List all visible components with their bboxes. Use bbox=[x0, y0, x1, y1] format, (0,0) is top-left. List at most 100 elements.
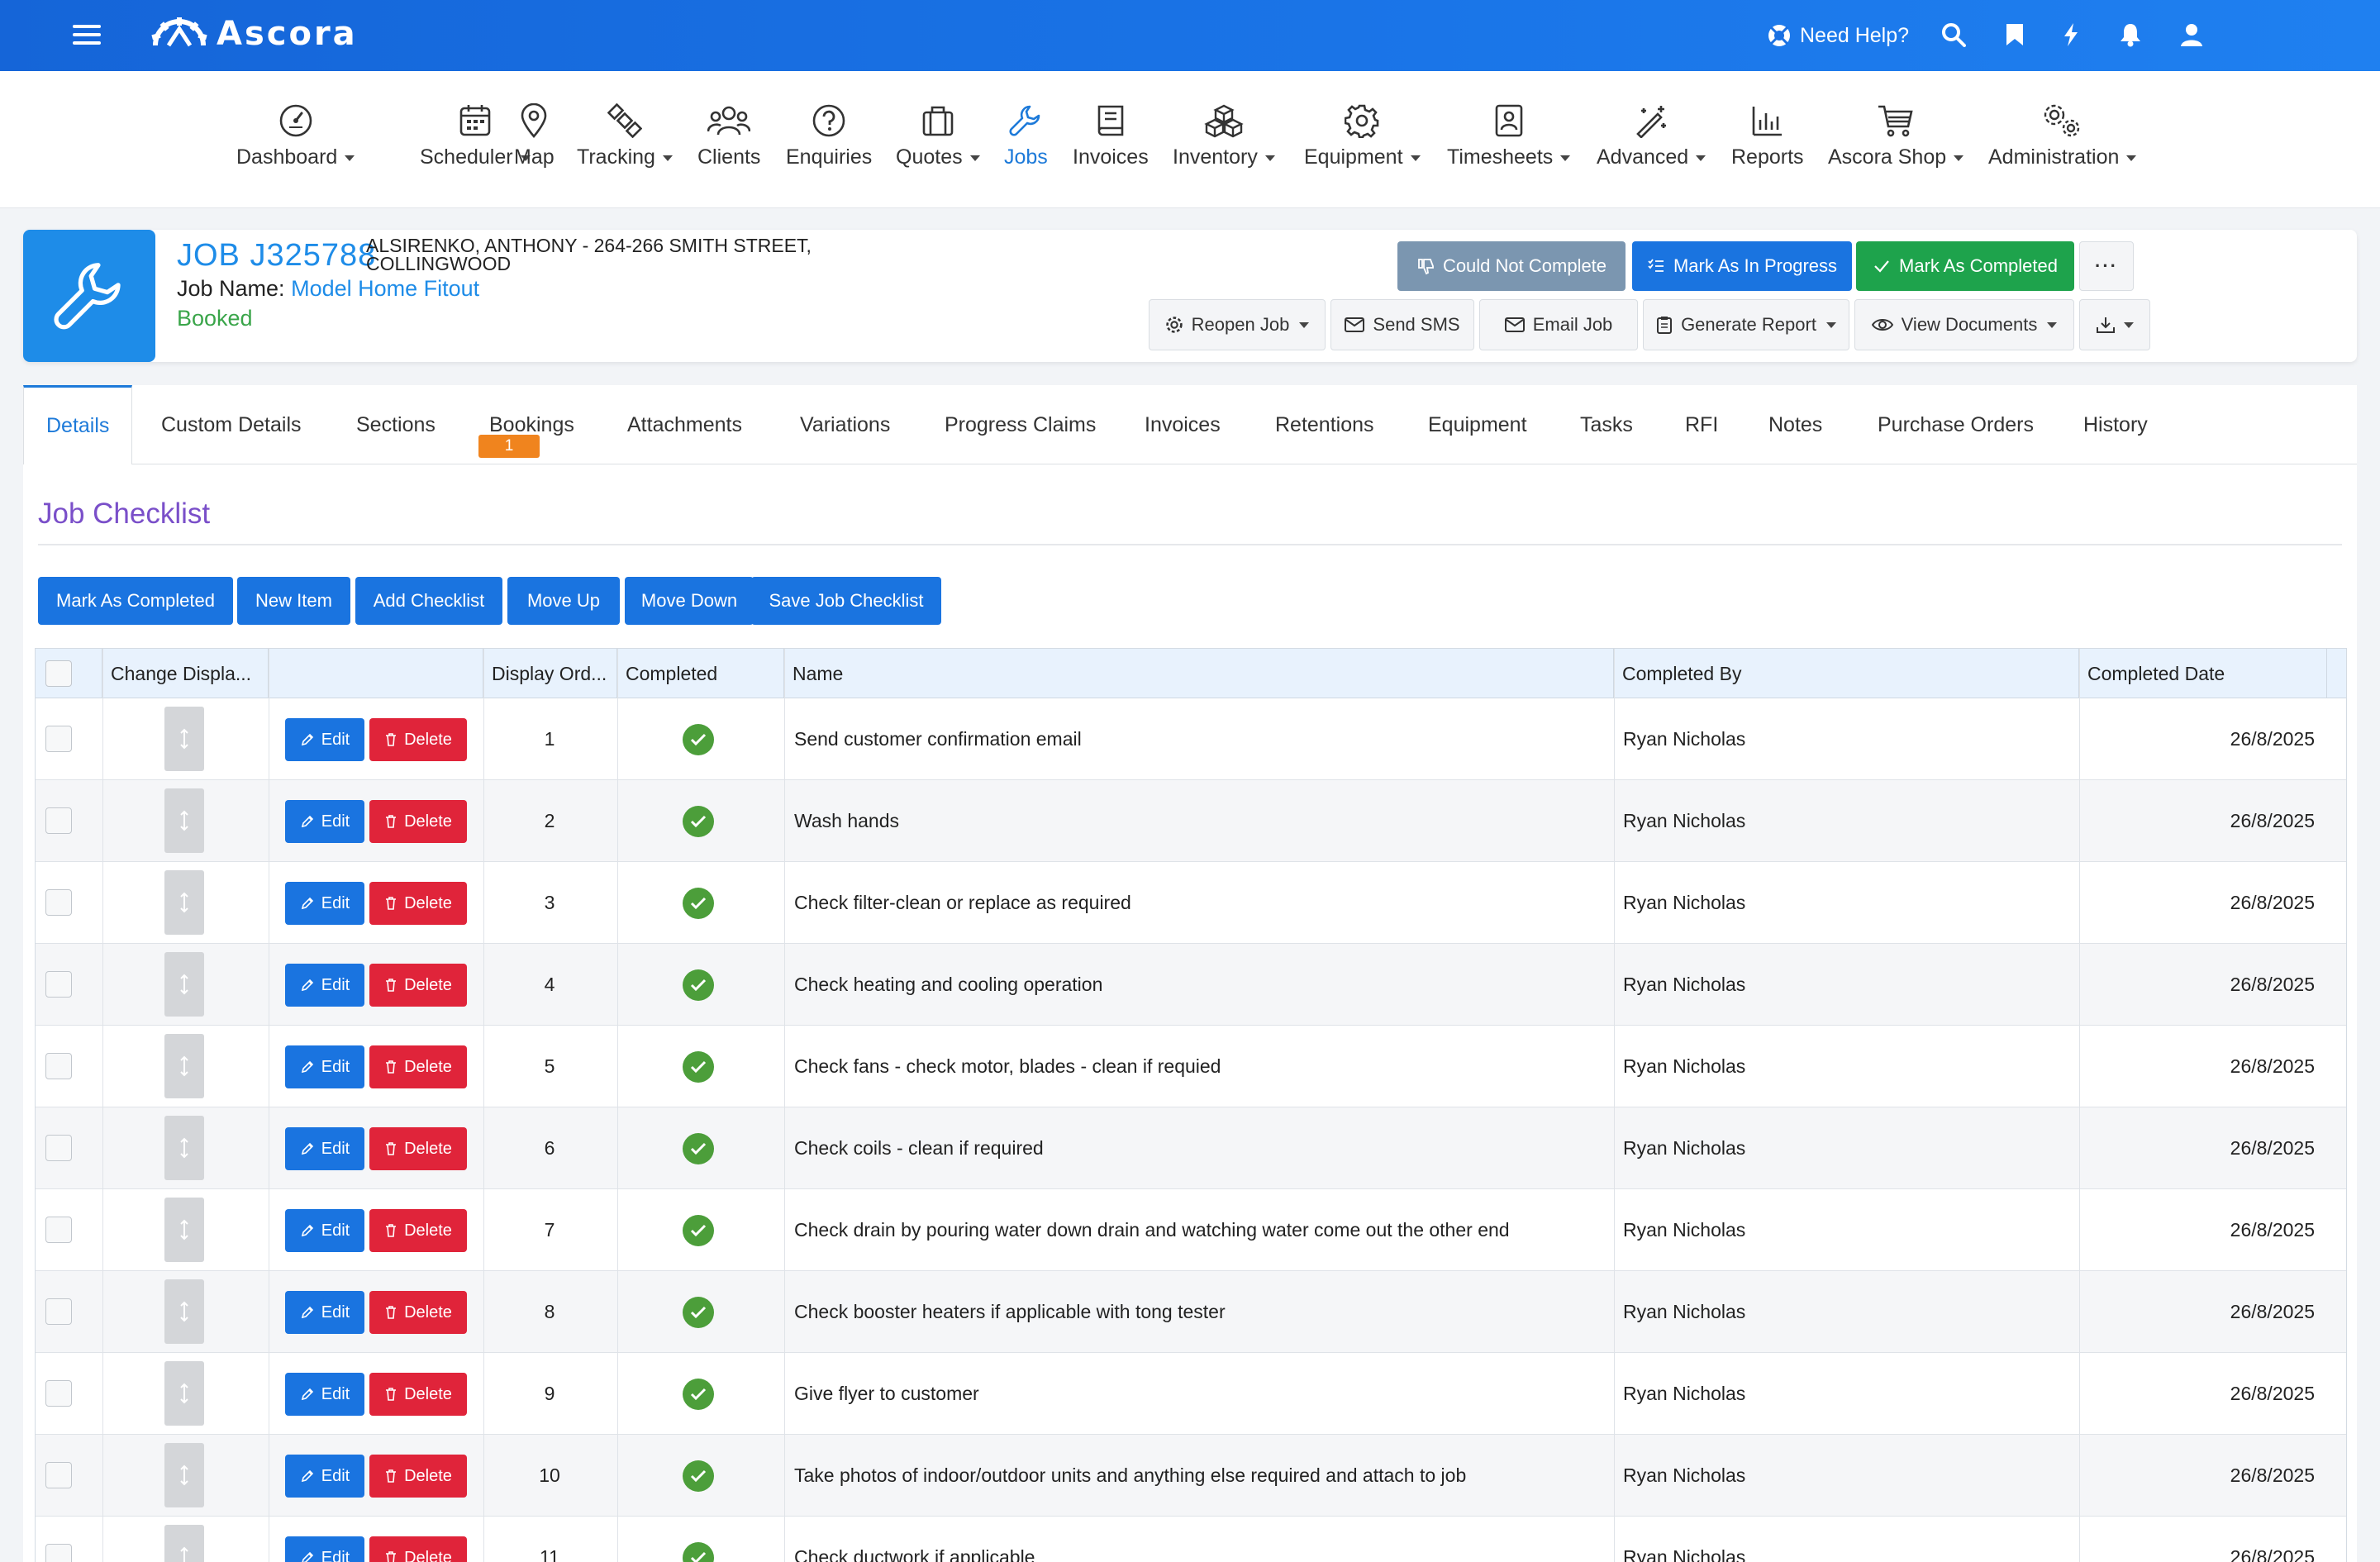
drag-handle-icon[interactable] bbox=[164, 1361, 204, 1426]
tab-details[interactable]: Details bbox=[23, 385, 133, 465]
table-row[interactable]: Edit Delete 1 Send customer confirmation… bbox=[36, 698, 2346, 780]
nav-jobs[interactable]: Jobs bbox=[1004, 101, 1048, 169]
tab-notes[interactable]: Notes bbox=[1768, 385, 1822, 464]
nav-timesheets[interactable]: Timesheets bbox=[1447, 101, 1571, 169]
user-icon[interactable] bbox=[2175, 18, 2208, 51]
edit-button[interactable]: Edit bbox=[285, 1127, 364, 1170]
drag-handle-icon[interactable] bbox=[164, 870, 204, 935]
delete-button[interactable]: Delete bbox=[369, 1455, 467, 1498]
send-sms-button[interactable]: Send SMS bbox=[1330, 299, 1474, 350]
tab-tasks[interactable]: Tasks bbox=[1580, 385, 1633, 464]
table-row[interactable]: Edit Delete 11 Check ductwork if applica… bbox=[36, 1517, 2346, 1562]
tab-progress-claims[interactable]: Progress Claims bbox=[945, 385, 1096, 464]
table-row[interactable]: Edit Delete 4 Check heating and cooling … bbox=[36, 944, 2346, 1026]
nav-dashboard[interactable]: Dashboard bbox=[236, 101, 355, 169]
drag-handle-icon[interactable] bbox=[164, 1443, 204, 1507]
header-completed[interactable]: Completed bbox=[617, 649, 784, 698]
header-display-order[interactable]: Display Ord... bbox=[483, 649, 617, 698]
lightning-icon[interactable] bbox=[2054, 18, 2087, 51]
tab-rfi[interactable]: RFI bbox=[1685, 385, 1718, 464]
mark-completed-button[interactable]: Mark As Completed bbox=[1856, 241, 2074, 291]
nav-equipment[interactable]: Equipment bbox=[1304, 101, 1421, 169]
delete-button[interactable]: Delete bbox=[369, 964, 467, 1007]
nav-inventory[interactable]: Inventory bbox=[1173, 101, 1275, 169]
job-name-link[interactable]: Model Home Fitout bbox=[291, 276, 479, 301]
tab-retentions[interactable]: Retentions bbox=[1275, 385, 1374, 464]
row-select-checkbox[interactable] bbox=[45, 1380, 72, 1407]
new-item-button[interactable]: New Item bbox=[237, 577, 350, 625]
tab-custom-details[interactable]: Custom Details bbox=[161, 385, 302, 464]
table-row[interactable]: Edit Delete 9 Give flyer to customer Rya… bbox=[36, 1353, 2346, 1435]
could-not-complete-button[interactable]: Could Not Complete bbox=[1397, 241, 1626, 291]
nav-map[interactable]: Map bbox=[514, 101, 555, 169]
move-down-button[interactable]: Move Down bbox=[625, 577, 754, 625]
row-select-checkbox[interactable] bbox=[45, 726, 72, 752]
nav-ascora-shop[interactable]: Ascora Shop bbox=[1828, 101, 1964, 169]
row-select-checkbox[interactable] bbox=[45, 971, 72, 998]
select-all-checkbox[interactable] bbox=[45, 660, 72, 687]
row-select-checkbox[interactable] bbox=[45, 1135, 72, 1161]
delete-button[interactable]: Delete bbox=[369, 800, 467, 843]
drag-handle-icon[interactable] bbox=[164, 1198, 204, 1262]
edit-button[interactable]: Edit bbox=[285, 1373, 364, 1416]
table-row[interactable]: Edit Delete 5 Check fans - check motor, … bbox=[36, 1026, 2346, 1107]
tab-attachments[interactable]: Attachments bbox=[627, 385, 742, 464]
bookmark-icon[interactable] bbox=[1998, 18, 2031, 51]
download-button[interactable] bbox=[2079, 299, 2150, 350]
edit-button[interactable]: Edit bbox=[285, 1455, 364, 1498]
hamburger-menu-icon[interactable] bbox=[73, 20, 101, 50]
nav-tracking[interactable]: Tracking bbox=[577, 101, 673, 169]
drag-handle-icon[interactable] bbox=[164, 1525, 204, 1562]
mark-in-progress-button[interactable]: Mark As In Progress bbox=[1632, 241, 1852, 291]
checklist-mark-completed-button[interactable]: Mark As Completed bbox=[38, 577, 233, 625]
nav-enquiries[interactable]: Enquiries bbox=[786, 101, 872, 169]
table-row[interactable]: Edit Delete 10 Take photos of indoor/out… bbox=[36, 1435, 2346, 1517]
brand-logo[interactable]: Ascora bbox=[150, 15, 358, 53]
delete-button[interactable]: Delete bbox=[369, 882, 467, 925]
save-job-checklist-button[interactable]: Save Job Checklist bbox=[751, 577, 941, 625]
drag-handle-icon[interactable] bbox=[164, 707, 204, 771]
table-row[interactable]: Edit Delete 8 Check booster heaters if a… bbox=[36, 1271, 2346, 1353]
edit-button[interactable]: Edit bbox=[285, 718, 364, 761]
delete-button[interactable]: Delete bbox=[369, 1127, 467, 1170]
row-select-checkbox[interactable] bbox=[45, 1217, 72, 1243]
need-help-link[interactable]: Need Help? bbox=[1767, 0, 1909, 71]
header-completed-by[interactable]: Completed By bbox=[1614, 649, 2079, 698]
nav-invoices[interactable]: Invoices bbox=[1073, 101, 1149, 169]
row-select-checkbox[interactable] bbox=[45, 1544, 72, 1562]
drag-handle-icon[interactable] bbox=[164, 1279, 204, 1344]
drag-handle-icon[interactable] bbox=[164, 788, 204, 853]
row-select-checkbox[interactable] bbox=[45, 889, 72, 916]
edit-button[interactable]: Edit bbox=[285, 1045, 364, 1088]
email-job-button[interactable]: Email Job bbox=[1479, 299, 1638, 350]
tab-variations[interactable]: Variations bbox=[800, 385, 890, 464]
nav-clients[interactable]: Clients bbox=[697, 101, 760, 169]
more-actions-button[interactable]: ··· bbox=[2079, 241, 2134, 291]
tab-invoices[interactable]: Invoices bbox=[1145, 385, 1221, 464]
table-row[interactable]: Edit Delete 3 Check filter-clean or repl… bbox=[36, 862, 2346, 944]
tab-purchase-orders[interactable]: Purchase Orders bbox=[1878, 385, 2034, 464]
table-row[interactable]: Edit Delete 6 Check coils - clean if req… bbox=[36, 1107, 2346, 1189]
delete-button[interactable]: Delete bbox=[369, 1536, 467, 1562]
drag-handle-icon[interactable] bbox=[164, 952, 204, 1017]
drag-handle-icon[interactable] bbox=[164, 1034, 204, 1098]
drag-handle-icon[interactable] bbox=[164, 1116, 204, 1180]
view-documents-button[interactable]: View Documents bbox=[1854, 299, 2074, 350]
row-select-checkbox[interactable] bbox=[45, 807, 72, 834]
move-up-button[interactable]: Move Up bbox=[507, 577, 620, 625]
tab-sections[interactable]: Sections bbox=[356, 385, 436, 464]
table-row[interactable]: Edit Delete 7 Check drain by pouring wat… bbox=[36, 1189, 2346, 1271]
delete-button[interactable]: Delete bbox=[369, 1045, 467, 1088]
tab-equipment[interactable]: Equipment bbox=[1428, 385, 1527, 464]
edit-button[interactable]: Edit bbox=[285, 800, 364, 843]
delete-button[interactable]: Delete bbox=[369, 718, 467, 761]
row-select-checkbox[interactable] bbox=[45, 1462, 72, 1488]
edit-button[interactable]: Edit bbox=[285, 1291, 364, 1334]
edit-button[interactable]: Edit bbox=[285, 1536, 364, 1562]
header-completed-date[interactable]: Completed Date bbox=[2079, 649, 2327, 698]
nav-reports[interactable]: Reports bbox=[1731, 101, 1804, 169]
delete-button[interactable]: Delete bbox=[369, 1373, 467, 1416]
row-select-checkbox[interactable] bbox=[45, 1053, 72, 1079]
header-name[interactable]: Name bbox=[784, 649, 1614, 698]
edit-button[interactable]: Edit bbox=[285, 964, 364, 1007]
